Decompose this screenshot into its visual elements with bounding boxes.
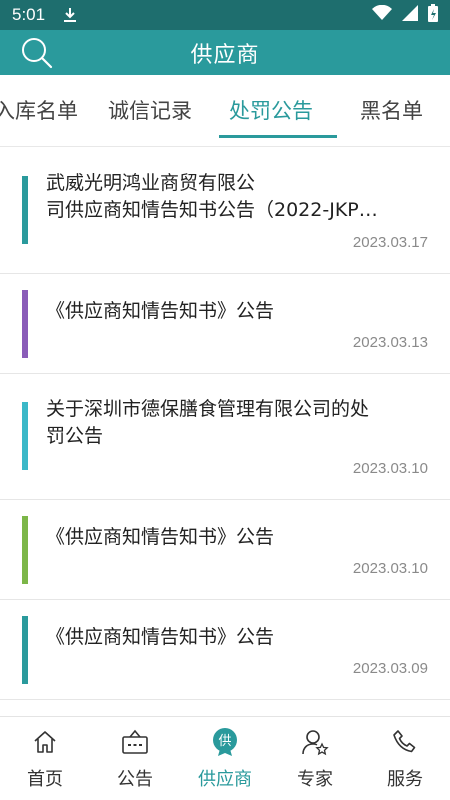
status-bar: 5:01 bbox=[0, 0, 450, 30]
status-time: 5:01 bbox=[12, 5, 46, 24]
notice-title: 《供应商知情告知书》公告 bbox=[46, 526, 275, 548]
supplier-badge-icon: 供 bbox=[210, 727, 240, 757]
tab-credit-records[interactable]: 诚信记录 bbox=[108, 95, 192, 125]
expert-user-icon bbox=[300, 727, 330, 757]
notice-date: 2023.03.10 bbox=[352, 560, 428, 577]
home-icon bbox=[30, 727, 60, 757]
notice-title-line: 武威光明鸿业商贸有限公 bbox=[46, 172, 256, 194]
tab-penalty-notices[interactable]: 处罚公告 bbox=[229, 95, 313, 125]
wifi-icon bbox=[372, 4, 392, 26]
notice-list: 武威光明鸿业商贸有限公 司供应商知情告知书公告（2022-JKP… 2023.0… bbox=[0, 148, 450, 700]
tab-inbound-list[interactable]: 入库名单 bbox=[0, 95, 78, 125]
signal-icon bbox=[402, 4, 418, 26]
notice-title-line: 罚公告 bbox=[46, 425, 104, 447]
notice-title: 《供应商知情告知书》公告 bbox=[46, 626, 275, 648]
battery-icon bbox=[428, 3, 438, 27]
nav-service[interactable]: 服务 bbox=[360, 717, 450, 800]
notice-title-line: 司供应商知情告知书公告（2022-JKP… bbox=[46, 199, 378, 221]
tab-bar: 入库名单 诚信记录 处罚公告 黑名单 bbox=[0, 75, 450, 147]
nav-label: 服务 bbox=[387, 769, 423, 790]
nav-expert[interactable]: 专家 bbox=[270, 717, 360, 800]
accent-bar bbox=[22, 290, 28, 358]
notice-title-line: 关于深圳市德保膳食管理有限公司的处 bbox=[46, 398, 370, 420]
active-tab-indicator bbox=[219, 135, 337, 138]
list-item[interactable]: 《供应商知情告知书》公告 2023.03.13 bbox=[0, 274, 450, 374]
nav-label: 公告 bbox=[117, 769, 153, 790]
page-title: 供应商 bbox=[190, 42, 260, 68]
notice-date: 2023.03.09 bbox=[352, 660, 428, 677]
notice-title: 《供应商知情告知书》公告 bbox=[46, 300, 275, 322]
app-bar: 供应商 bbox=[0, 30, 450, 75]
nav-label: 专家 bbox=[297, 769, 333, 790]
nav-label: 供应商 bbox=[198, 769, 252, 790]
tab-blacklist[interactable]: 黑名单 bbox=[360, 95, 423, 125]
list-item[interactable]: 《供应商知情告知书》公告 2023.03.09 bbox=[0, 600, 450, 700]
notice-date: 2023.03.13 bbox=[352, 334, 428, 351]
accent-bar bbox=[22, 402, 28, 470]
notice-date: 2023.03.17 bbox=[352, 234, 428, 251]
svg-text:供: 供 bbox=[218, 734, 231, 749]
notice-title: 关于深圳市德保膳食管理有限公司的处 罚公告 bbox=[46, 396, 430, 450]
phone-icon bbox=[390, 727, 420, 757]
list-item[interactable]: 《供应商知情告知书》公告 2023.03.10 bbox=[0, 500, 450, 600]
accent-bar bbox=[22, 176, 28, 244]
notice-board-icon bbox=[120, 727, 150, 757]
list-item[interactable]: 武威光明鸿业商贸有限公 司供应商知情告知书公告（2022-JKP… 2023.0… bbox=[0, 148, 450, 274]
bottom-nav: 首页 公告 供 供应商 专家 服务 bbox=[0, 716, 450, 800]
accent-bar bbox=[22, 516, 28, 584]
nav-label: 首页 bbox=[27, 769, 63, 790]
accent-bar bbox=[22, 616, 28, 684]
search-icon[interactable] bbox=[20, 36, 54, 70]
notice-title: 武威光明鸿业商贸有限公 司供应商知情告知书公告（2022-JKP… bbox=[46, 170, 430, 224]
nav-home[interactable]: 首页 bbox=[0, 717, 90, 800]
download-icon bbox=[63, 7, 77, 23]
nav-supplier[interactable]: 供 供应商 bbox=[180, 717, 270, 800]
list-item[interactable]: 关于深圳市德保膳食管理有限公司的处 罚公告 2023.03.10 bbox=[0, 374, 450, 500]
notice-date: 2023.03.10 bbox=[352, 460, 428, 477]
nav-notice[interactable]: 公告 bbox=[90, 717, 180, 800]
